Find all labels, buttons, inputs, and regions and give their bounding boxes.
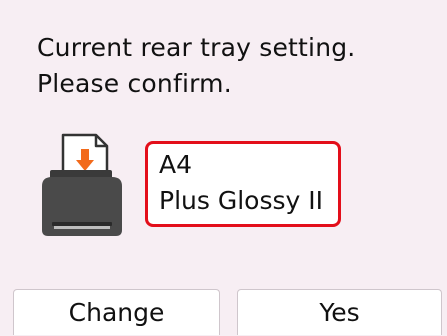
change-button[interactable]: Change [13,289,220,335]
printer-rear-tray-icon [42,133,122,236]
message-line-2: Please confirm. [37,69,232,98]
yes-button[interactable]: Yes [237,289,442,335]
message-line-1: Current rear tray setting. [37,33,356,62]
paper-type-value: Plus Glossy II [159,186,323,215]
confirm-screen: Current rear tray setting. Please confir… [0,0,447,336]
message-text: Current rear tray setting. Please confir… [37,30,437,102]
paper-size-value: A4 [159,150,193,179]
paper-setting-box: A4 Plus Glossy II [145,141,341,227]
